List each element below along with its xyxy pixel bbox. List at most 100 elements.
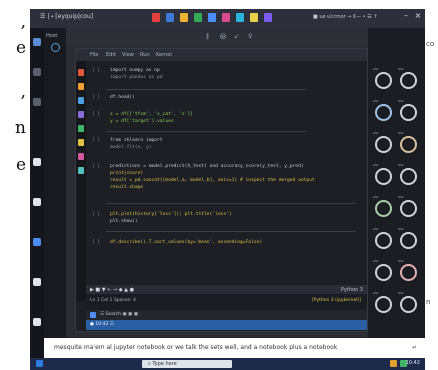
participant-tile[interactable]: usr [397, 66, 420, 97]
participant-tile[interactable]: usr [372, 258, 395, 289]
tray-icon[interactable] [390, 360, 397, 367]
participant-tile[interactable]: usr [372, 226, 395, 257]
participant-name: usr [373, 131, 379, 135]
doc-char: , [20, 82, 26, 102]
tool-icon[interactable] [78, 69, 84, 76]
dock-icon[interactable] [33, 68, 41, 76]
dock-icon[interactable] [33, 38, 41, 46]
minimize-icon[interactable]: – [400, 11, 412, 24]
participant-name: usr [398, 99, 404, 103]
code-line: result.shape [110, 185, 144, 190]
app-icon[interactable] [222, 13, 230, 22]
right-char: co [426, 40, 435, 48]
participant-name: usr [373, 99, 379, 103]
code-cell[interactable]: [ ] x = df[['tfsm', 'x_cat', 'z']] y = d… [88, 109, 363, 129]
menu-item[interactable]: File [90, 52, 98, 58]
pause-share-icon[interactable]: ‖ [206, 33, 209, 40]
shared-screen: ‖ ⨁ ↙ ♀ File Edit View Run Kernel [] im… [66, 28, 368, 337]
tool-icon[interactable] [78, 83, 84, 90]
app-icon[interactable] [194, 13, 202, 22]
code-line: predictions = model.predict(X_test) and … [110, 164, 304, 169]
participant-tile[interactable]: usr [397, 162, 420, 193]
avatar [375, 232, 392, 249]
participant-tile[interactable]: usr [397, 98, 420, 129]
menu-item[interactable]: Kernel [156, 52, 172, 58]
code-cell[interactable]: [ ] import numpy as np import pandas as … [88, 65, 363, 87]
dock-icon[interactable] [33, 98, 41, 106]
taskbar-text[interactable]: ☰ Search ▣ ▣ ▣ [100, 312, 138, 317]
participant-name: usr [373, 163, 379, 167]
app-icon[interactable] [236, 13, 244, 22]
taskbar-icon[interactable] [90, 312, 96, 318]
code-cell[interactable]: [ ] df.head() [88, 93, 363, 105]
code-cell[interactable]: [ ] from sklearn import model.fit(x, y) [88, 135, 363, 155]
participant-tile[interactable]: usr [397, 194, 420, 225]
share-controls: ‖ ⨁ ↙ ♀ [66, 28, 368, 46]
toolbar-icons[interactable]: ▶ ■ ▼ ← → ◆ ▲ ● [90, 287, 134, 293]
code-line: import numpy as np [110, 68, 160, 73]
participant-tile[interactable]: usr [372, 66, 395, 97]
app-icon[interactable] [152, 13, 160, 22]
close-icon[interactable]: × [412, 11, 424, 24]
participant-tile[interactable]: usr [397, 290, 420, 321]
tool-icon[interactable] [78, 139, 84, 146]
tool-icon[interactable] [78, 153, 84, 160]
annotate-icon[interactable]: ⨁ [220, 33, 226, 40]
tool-icon[interactable] [78, 167, 84, 174]
code-cell[interactable]: [ ] plt.plot(history['loss']); plt.title… [88, 209, 363, 229]
code-cell[interactable]: [ ] predictions = model.predict(X_test) … [88, 161, 363, 199]
participant-tile[interactable]: usr [372, 98, 395, 129]
code-line: from sklearn import [110, 138, 163, 143]
avatar [375, 200, 392, 217]
participant-tile[interactable]: usr [372, 162, 395, 193]
participant-tile[interactable]: usr [372, 194, 395, 225]
participant-tile[interactable]: usr [372, 130, 395, 161]
start-icon[interactable] [36, 360, 43, 367]
enter-icon[interactable]: ↵ [412, 344, 417, 351]
dock-icon[interactable] [33, 158, 41, 166]
cell-prompt: [ ] [92, 240, 101, 245]
participant-name: usr [373, 195, 379, 199]
app-icon[interactable] [166, 13, 174, 22]
taskbar-text[interactable]: ● 10:42 ☰ [90, 322, 114, 327]
avatar [375, 264, 392, 281]
code-line: df.describe().T.sort_values(by='mean', a… [110, 240, 263, 245]
pointer-icon[interactable]: ↙ [234, 33, 239, 40]
user-icon[interactable]: ♀ [248, 33, 252, 40]
search-placeholder: ⌕ Type here [148, 361, 177, 367]
app-icon[interactable] [180, 13, 188, 22]
notebook-window: File Edit View Run Kernel [ ] import num… [75, 48, 368, 332]
avatar [375, 296, 392, 313]
dock-icon[interactable] [33, 278, 41, 286]
menu-item[interactable]: View [122, 52, 134, 58]
dock-icon[interactable] [33, 318, 41, 326]
participant-tile[interactable]: usr [397, 226, 420, 257]
app-icon[interactable] [208, 13, 216, 22]
tool-icon[interactable] [78, 97, 84, 104]
code-cell[interactable]: [ ] df.describe().T.sort_values(by='mean… [88, 237, 363, 251]
participant-name: usr [398, 163, 404, 167]
kernel-status[interactable]: [Python 3 (ipykernel)] [312, 298, 361, 303]
dock-icon[interactable] [33, 198, 41, 206]
dock-icon[interactable] [33, 238, 41, 246]
cell-divider [106, 231, 356, 232]
avatar [400, 264, 417, 281]
participant-tile[interactable]: usr [397, 130, 420, 161]
participant-tile[interactable]: usr [397, 258, 420, 289]
participant-tile[interactable]: usr [372, 290, 395, 321]
code-line: model.fit(x, y) [110, 145, 152, 150]
code-line: x = df[['tfsm', 'x_cat', 'z']] [110, 112, 193, 117]
app-icon[interactable] [250, 13, 258, 22]
tool-icon[interactable] [78, 111, 84, 118]
taskbar-search[interactable]: ⌕ Type here [142, 360, 232, 368]
cell-prompt: [ ] [92, 95, 101, 100]
tool-icon[interactable] [78, 125, 84, 132]
menu-item[interactable]: Edit [106, 52, 116, 58]
app-icon[interactable] [264, 13, 272, 22]
code-line: import pandas as pd [110, 75, 163, 80]
host-icon[interactable] [51, 43, 60, 52]
browser-tab[interactable]: ☰ | ⬩ [eyquip|cou] [40, 13, 93, 21]
code-line: y = df['target'].values [110, 119, 174, 124]
avatar [375, 168, 392, 185]
menu-item[interactable]: Run [140, 52, 150, 58]
